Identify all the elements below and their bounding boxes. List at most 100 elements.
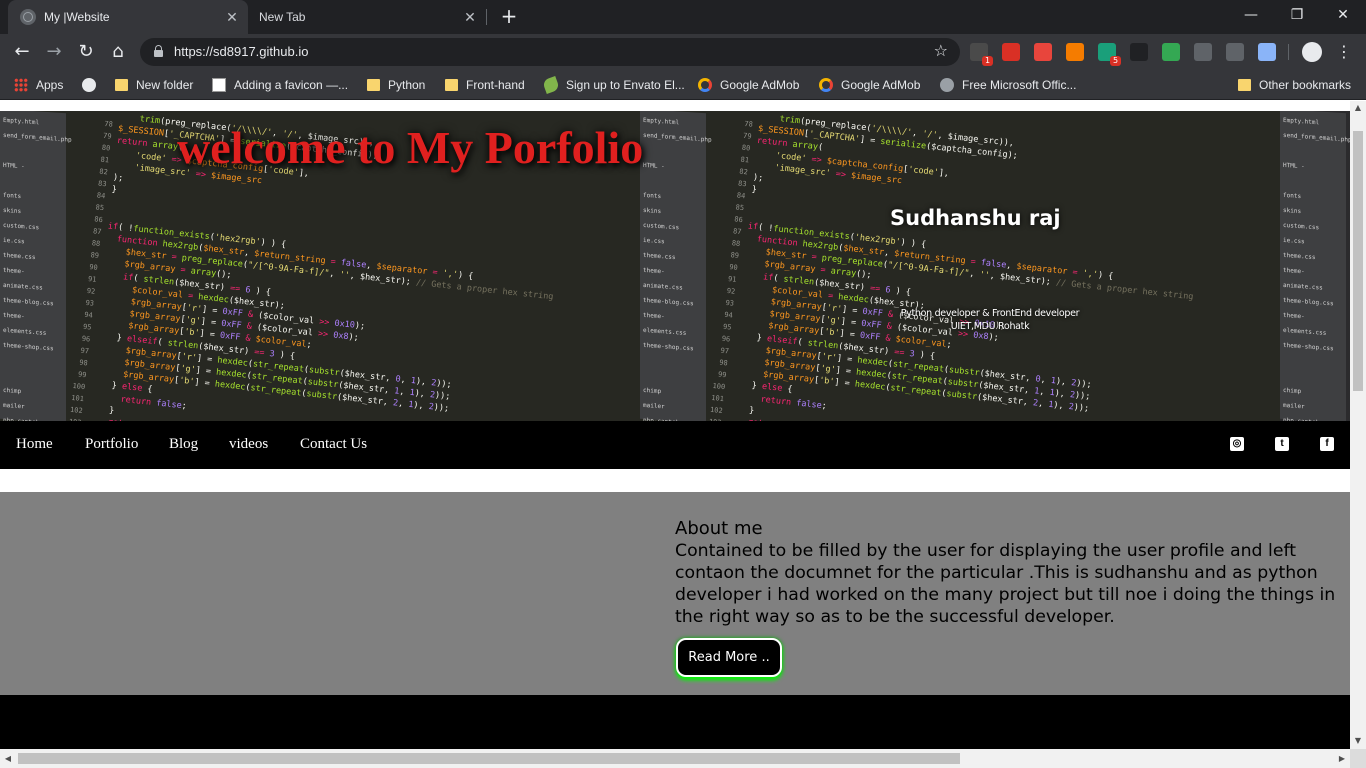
footer xyxy=(0,695,1350,749)
ext-7-icon[interactable] xyxy=(1162,43,1180,61)
scroll-down-icon[interactable]: ▼ xyxy=(1353,736,1363,746)
bookmark-label: Other bookmarks xyxy=(1259,78,1352,92)
code-background-right: 78 79 80 81 82 83 84 85 86 87 88 89 90 91 92 93 94 95 96 97… xyxy=(640,111,1280,421)
ext-8-icon[interactable] xyxy=(1194,43,1212,61)
extension-badge: 5 xyxy=(1110,56,1121,66)
file-sidebar: Empty.html send_form_email.php HTML - fon… xyxy=(0,111,72,421)
address-bar[interactable]: https://sd8917.github.io ☆ xyxy=(140,38,960,66)
folder-icon xyxy=(445,79,458,91)
url-text: https://sd8917.github.io xyxy=(174,44,309,59)
scrollbar-thumb[interactable] xyxy=(1353,131,1363,391)
new-tab-button[interactable]: + xyxy=(498,5,520,27)
bookmark-globe[interactable] xyxy=(82,76,104,94)
bookmark-python[interactable]: Python xyxy=(367,76,425,94)
extension-badge: 1 xyxy=(982,56,993,66)
scroll-left-icon[interactable]: ◀ xyxy=(3,753,13,764)
hero-title: welcome to My Porfolio xyxy=(177,122,644,173)
bookmark-google-admob-2[interactable]: Google AdMob xyxy=(819,76,920,94)
tab-divider xyxy=(486,9,487,25)
tab-new-tab[interactable]: New Tab ✕ xyxy=(250,0,486,34)
nav-blog[interactable]: Blog xyxy=(169,436,198,453)
ext-2-icon[interactable] xyxy=(1002,43,1020,61)
leaf-icon xyxy=(542,76,560,94)
ext-5-icon[interactable]: 5 xyxy=(1098,43,1121,66)
close-tab-icon[interactable]: ✕ xyxy=(462,9,478,25)
ext-6-icon[interactable] xyxy=(1130,43,1148,61)
bookmark-microsoft-office[interactable]: Free Microsoft Offic... xyxy=(940,76,1076,94)
twitter-icon[interactable]: t xyxy=(1275,437,1289,451)
page-viewport: 78 79 80 81 82 83 84 85 86 87 88 89 90 91 92 93 94 95 96 97… xyxy=(0,101,1350,749)
github-icon[interactable]: ◎ xyxy=(1230,437,1244,451)
ext-1-icon[interactable]: 1 xyxy=(970,43,993,66)
bookmark-google-admob[interactable]: Google AdMob xyxy=(698,76,799,94)
admob-icon xyxy=(698,78,712,92)
minimize-button[interactable]: — xyxy=(1228,0,1274,30)
nav-home[interactable]: Home xyxy=(16,436,53,453)
read-more-button[interactable]: Read More .. xyxy=(676,638,782,677)
scrollbar-thumb[interactable] xyxy=(18,753,960,764)
ext-10-icon[interactable] xyxy=(1258,43,1276,61)
tab-title: New Tab xyxy=(259,10,306,24)
about-heading: About me xyxy=(675,518,763,539)
bookmark-front-hand[interactable]: Front-hand xyxy=(445,76,525,94)
profile-avatar[interactable] xyxy=(1302,42,1322,62)
scrollbar-corner xyxy=(1350,749,1366,768)
bookmarks-bar: Apps New folder Adding a favicon —... Py… xyxy=(0,70,1366,100)
ext-4-icon[interactable] xyxy=(1066,43,1084,61)
scroll-right-icon[interactable]: ▶ xyxy=(1337,753,1347,764)
file-name: theme-elements.css xyxy=(643,311,687,337)
ext-3-icon[interactable] xyxy=(1034,43,1052,61)
bookmark-other[interactable]: Other bookmarks xyxy=(1238,76,1351,94)
bookmark-label: Front-hand xyxy=(466,78,525,92)
file-name: theme-animate.css xyxy=(643,266,683,292)
folder-icon xyxy=(367,79,380,91)
folder-icon xyxy=(1238,79,1251,91)
hero-banner: 78 79 80 81 82 83 84 85 86 87 88 89 90 91 92 93 94 95 96 97… xyxy=(0,111,1350,421)
site-navbar: Home Portfolio Blog videos Contact Us ◎ … xyxy=(0,421,1350,469)
file-sidebar: Empty.html send_form_email.php HTML - fon… xyxy=(1280,111,1350,421)
page-icon xyxy=(212,78,226,92)
ext-9-icon[interactable] xyxy=(1226,43,1244,61)
bookmark-adding-favicon[interactable]: Adding a favicon —... xyxy=(212,76,348,94)
file-name: theme-animate.css xyxy=(3,266,43,292)
back-button[interactable]: ← xyxy=(10,40,34,64)
nav-portfolio[interactable]: Portfolio xyxy=(85,436,138,453)
scroll-up-icon[interactable]: ▲ xyxy=(1353,103,1363,113)
hero-subtitle-role: Python developer & FrontEnd developer xyxy=(900,308,1080,319)
hero-name: Sudhanshu raj xyxy=(890,206,1061,230)
admob-icon xyxy=(819,78,833,92)
about-section: About me Contained to be filled by the u… xyxy=(0,492,1350,695)
code-snippet: trim(preg_replace('/\\\\/', '/', $image_… xyxy=(727,111,1208,421)
menu-icon[interactable]: ⋮ xyxy=(1336,40,1352,64)
file-name: theme-animate.css xyxy=(1283,266,1323,292)
tab-title: My |Website xyxy=(44,10,110,24)
tab-active[interactable]: My |Website ✕ xyxy=(8,0,248,34)
hero-subtitle: Python developer & FrontEnd developer UI… xyxy=(880,307,1100,333)
hero-subtitle-college: UIET,MDU Rohatk xyxy=(950,321,1030,332)
nav-videos[interactable]: videos xyxy=(229,436,268,453)
bookmark-apps[interactable]: Apps xyxy=(14,76,63,94)
horizontal-scrollbar[interactable]: ◀ ▶ xyxy=(0,749,1350,768)
tab-bar: My |Website ✕ New Tab ✕ + — ❐ ✕ xyxy=(0,0,1366,34)
apps-icon xyxy=(14,78,28,92)
bookmark-label: Free Microsoft Offic... xyxy=(962,78,1077,92)
bookmark-label: Google AdMob xyxy=(841,78,921,92)
bookmark-envato[interactable]: Sign up to Envato El... xyxy=(542,76,685,94)
forward-button[interactable]: → xyxy=(42,40,66,64)
restore-button[interactable]: ❐ xyxy=(1274,0,1320,30)
bookmark-label: Sign up to Envato El... xyxy=(566,78,685,92)
nav-contact-us[interactable]: Contact Us xyxy=(300,436,367,453)
home-button[interactable]: ⌂ xyxy=(106,40,130,64)
close-window-button[interactable]: ✕ xyxy=(1320,0,1366,30)
toolbar-divider xyxy=(1288,44,1289,60)
close-tab-icon[interactable]: ✕ xyxy=(224,9,240,25)
facebook-icon[interactable]: f xyxy=(1320,437,1334,451)
bookmark-label: New folder xyxy=(136,78,194,92)
bookmark-new-folder[interactable]: New folder xyxy=(115,76,193,94)
bookmark-star-icon[interactable]: ☆ xyxy=(934,41,948,60)
about-text: Contained to be filled by the user for d… xyxy=(675,541,1336,627)
reload-button[interactable]: ↻ xyxy=(74,40,98,64)
file-sidebar: Empty.html send_form_email.php HTML - fon… xyxy=(640,111,712,421)
lock-icon[interactable] xyxy=(154,45,163,57)
vertical-scrollbar[interactable]: ▲ ▼ xyxy=(1350,101,1366,749)
